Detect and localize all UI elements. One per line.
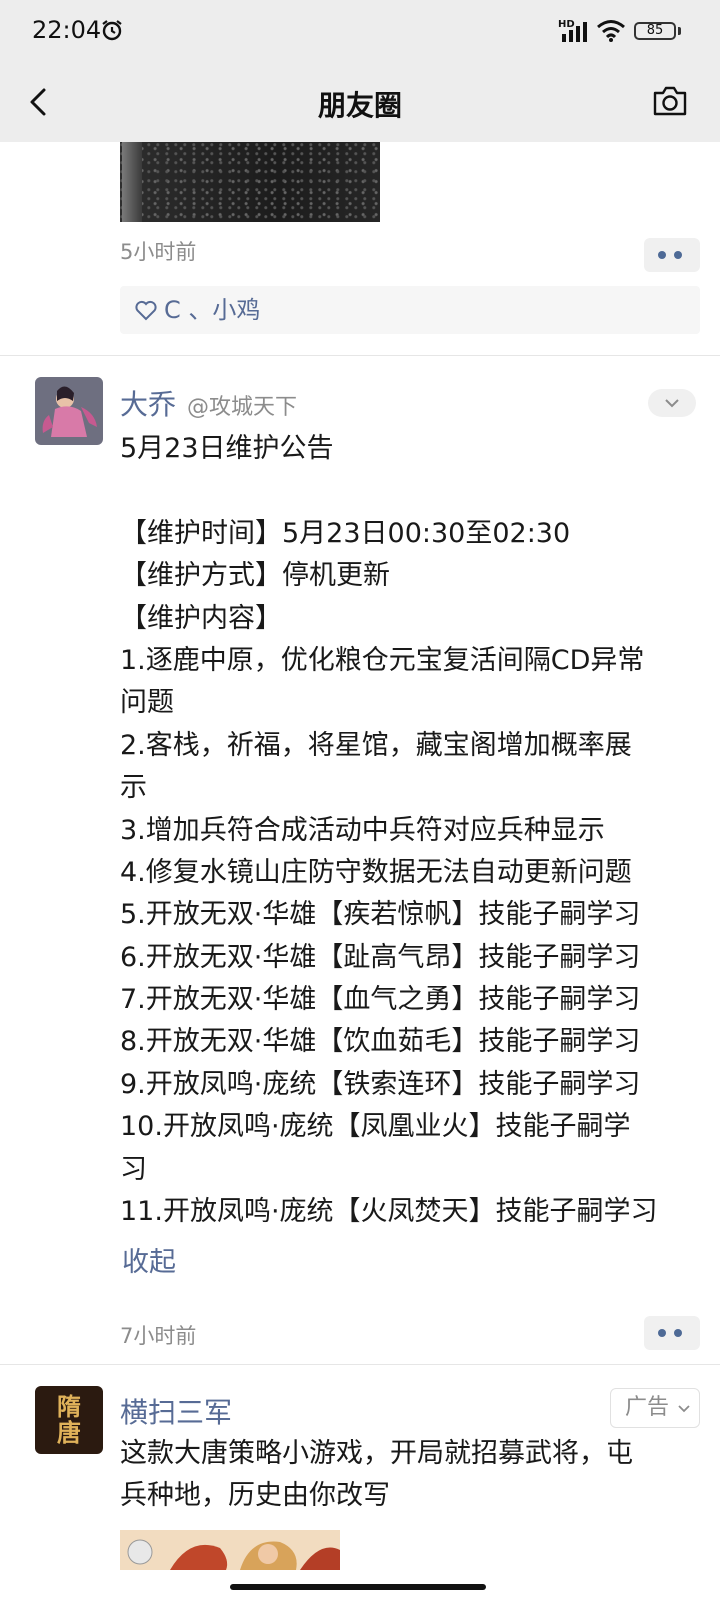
status-time: 22:04: [32, 16, 102, 44]
post-time: 7小时前: [120, 1324, 197, 1348]
avatar-image: [35, 377, 103, 445]
signal-icon: [562, 22, 587, 42]
post-line: 示: [120, 772, 147, 804]
post-line: 【维护方式】停机更新: [120, 560, 390, 592]
more-actions-button[interactable]: [644, 1316, 700, 1350]
wifi-icon: [597, 20, 625, 42]
post-line: 5.开放无双·华雄【疾若惊帆】技能子嗣学习: [120, 899, 641, 931]
post-line: 4.修复水镜山庄防守数据无法自动更新问题: [120, 856, 632, 888]
ad-line: 这款大唐策略小游戏，开局就招募武将，屯: [120, 1438, 633, 1469]
ad-label: 广告: [625, 1395, 670, 1420]
dot-icon: [658, 1329, 666, 1337]
post-line: 9.开放凤鸣·庞统【铁索连环】技能子嗣学习: [120, 1068, 641, 1100]
chevron-down-icon: [665, 399, 679, 408]
ad-body: 这款大唐策略小游戏，开局就招募武将，屯 兵种地，历史由你改写: [120, 1433, 710, 1517]
dot-icon: [658, 251, 666, 259]
collapse-link[interactable]: 收起: [122, 1240, 176, 1279]
likes-bar: C 、小鸡: [120, 286, 700, 334]
ad-badge-button[interactable]: 广告: [610, 1388, 700, 1428]
post-line: 问题: [120, 687, 174, 719]
alarm-icon: [102, 20, 122, 41]
avatar[interactable]: 隋唐: [35, 1386, 103, 1454]
author-tag: @攻城天下: [187, 395, 298, 420]
post-line: 5月23日维护公告: [120, 433, 334, 464]
post-line: 2.客栈，祈福，将星馆，藏宝阁增加概率展: [120, 729, 632, 761]
post-line: 6.开放无双·华雄【趾高气昂】技能子嗣学习: [120, 941, 641, 973]
post-time: 5小时前: [120, 240, 197, 264]
author-name[interactable]: 大乔: [120, 383, 176, 423]
nav-bar: 朋友圈: [0, 64, 720, 142]
post-line: 3.增加兵符合成活动中兵符对应兵种显示: [120, 814, 605, 846]
chevron-down-icon: [678, 1405, 690, 1413]
photo-edge: [122, 142, 142, 222]
battery-icon: 85: [634, 22, 676, 40]
ad-artwork: [120, 1530, 340, 1570]
collapse-menu-button[interactable]: [648, 389, 696, 417]
camera-icon[interactable]: [652, 84, 688, 118]
post-line: 习: [120, 1153, 147, 1185]
dot-icon: [674, 1329, 682, 1337]
divider: [0, 1364, 720, 1365]
author-name[interactable]: 横扫三军: [120, 1391, 232, 1431]
more-actions-button[interactable]: [644, 238, 700, 272]
home-indicator[interactable]: [230, 1584, 486, 1590]
heart-icon: [135, 300, 157, 321]
post-line: 【维护时间】5月23日00:30至02:30: [120, 517, 571, 549]
post-line: 11.开放凤鸣·庞统【火凤焚天】技能子嗣学习: [120, 1196, 658, 1228]
post-line: 7.开放无双·华雄【血气之勇】技能子嗣学习: [120, 984, 641, 1016]
avatar-logo-text: 隋唐: [57, 1392, 81, 1447]
dot-icon: [674, 251, 682, 259]
post-body: 5月23日维护公告 【维护时间】5月23日00:30至02:30 【维护方式】停…: [120, 428, 710, 1233]
post-line: [120, 470, 710, 512]
post-photo[interactable]: [120, 142, 380, 222]
post-line: 10.开放凤鸣·庞统【凤凰业火】技能子嗣学: [120, 1111, 631, 1143]
status-bar: 22:04 HD 85: [0, 0, 720, 64]
page-title: 朋友圈: [317, 89, 402, 122]
divider: [0, 355, 720, 356]
ad-line: 兵种地，历史由你改写: [120, 1480, 390, 1511]
post-line: 1.逐鹿中原，优化粮仓元宝复活间隔CD异常: [120, 644, 645, 676]
battery-tip: [678, 27, 681, 35]
post-line: 8.开放无双·华雄【饮血茹毛】技能子嗣学习: [120, 1026, 641, 1058]
liker-names[interactable]: C 、小鸡: [164, 286, 260, 334]
post-line: 【维护内容】: [120, 602, 282, 634]
ad-image[interactable]: [120, 1530, 340, 1570]
avatar[interactable]: [35, 377, 103, 445]
